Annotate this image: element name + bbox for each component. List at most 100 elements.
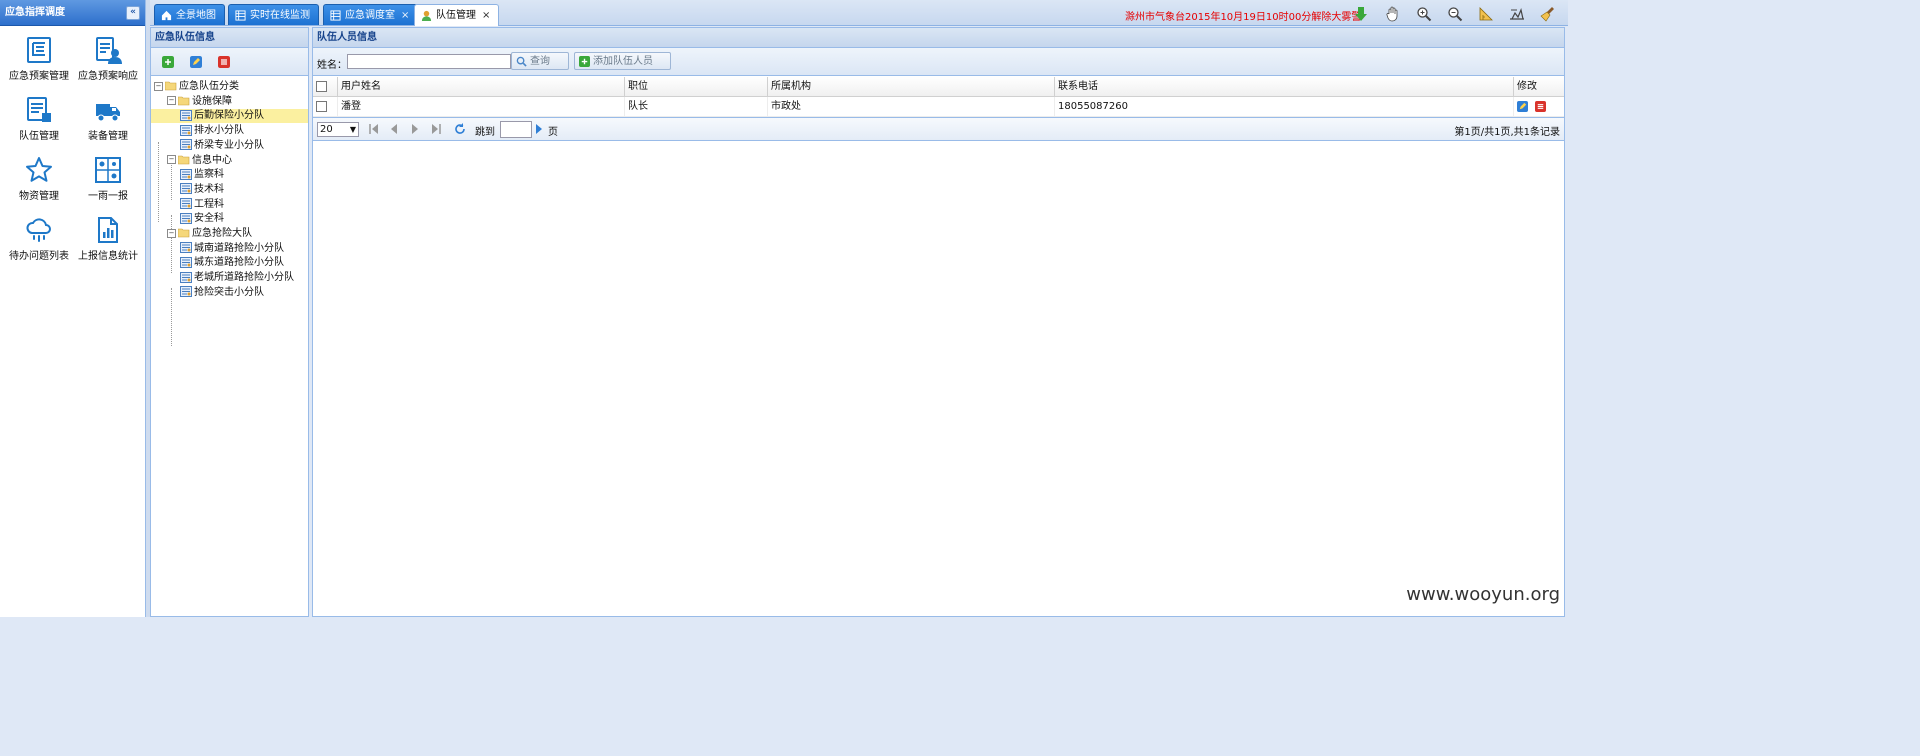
tree-node-label: 抢险突击小分队 [194,286,264,298]
nav-label: 物资管理 [19,191,59,202]
select-all-checkbox[interactable] [316,81,327,92]
folder-open-icon [165,81,177,91]
search-bar: 姓名： 查询 添加队伍人员 [313,48,1564,76]
tree-node[interactable]: 工程科 [151,198,308,212]
table-row[interactable]: 潘登 队长 市政处 18055087260 [313,97,1564,117]
tree-node[interactable]: 技术科 [151,183,308,197]
tree-node[interactable]: 排水小分队 [151,124,308,138]
zoom-out-icon[interactable] [1447,6,1463,22]
nav-item-report-statistics[interactable]: 上报信息统计 [72,216,144,272]
tree-node[interactable]: − 设施保障 [151,95,308,109]
tree-nodes: − 应急队伍分类 − 设施保障 后勤保险小分队排水小分队 桥梁专业小分队 − 信息中心 监察科技… [151,28,308,616]
tree-node[interactable]: 老城所道路抢险小分队 [151,271,308,285]
double-chevron-left-icon[interactable]: « [126,6,140,20]
tree-node-label: 技术科 [194,183,224,195]
measure-area-icon[interactable] [1509,6,1525,22]
select-all-cell [313,77,338,96]
tree-node[interactable]: 后勤保险小分队 [151,109,308,124]
column-header-position[interactable]: 职位 [625,77,768,96]
tree-collapse-icon[interactable]: − [167,228,176,238]
row-checkbox[interactable] [316,101,327,112]
team-node-icon [180,286,192,298]
team-management-icon [27,97,51,122]
weather-notice-ticker[interactable]: 滁州市气象台2015年10月19日10时00分解除大雾警 [1125,8,1361,23]
goto-page-input[interactable] [500,121,532,138]
cell-position: 队长 [625,97,768,116]
close-icon[interactable]: × [401,10,409,21]
cell-actions [1514,97,1564,116]
team-node-icon [180,139,192,151]
close-icon[interactable]: × [482,10,490,21]
download-arrow-icon[interactable] [1353,6,1369,22]
tree-node-label: 桥梁专业小分队 [194,139,264,151]
tab-panorama-map[interactable]: 全景地图 [154,4,225,25]
last-page-icon[interactable] [431,123,441,135]
tree-node[interactable]: 城东道路抢险小分队 [151,256,308,270]
folder-open-icon [178,96,190,105]
tab-team-management[interactable]: 队伍管理 × [414,4,500,26]
nav-label: 一雨一报 [88,191,128,202]
user-icon [421,10,432,21]
tab-bar: 全景地图 实时在线监测 应急调度室 × 队伍管理 × 滁州市气象台2015年10月1… [150,0,1568,26]
left-panel-title: 应急指挥调度 [5,7,65,18]
chevron-down-icon: ▼ [349,125,356,134]
edit-icon[interactable] [1517,101,1528,112]
page-size-select[interactable]: 20 ▼ [317,122,359,137]
member-info-panel: 队伍人员信息 姓名： 查询 添加队伍人员 用户姓名 职位 所属机构 联系电话 修… [312,27,1565,617]
tree-node[interactable]: 抢险突击小分队 [151,286,308,300]
tree-node-label: 后勤保险小分队 [194,110,264,122]
first-page-icon[interactable] [369,123,379,135]
nav-item-materials-management[interactable]: 物资管理 [3,156,75,212]
clear-broom-icon[interactable] [1540,6,1556,22]
tree-node[interactable]: − 应急抢险大队 [151,227,308,241]
cell-org: 市政处 [768,97,1055,116]
tree-node-label: 应急抢险大队 [192,228,252,239]
nav-item-team-management[interactable]: 队伍管理 [3,96,75,152]
team-tree-panel: 应急队伍信息 − 应急队伍分类 − 设施保障 后勤保险小分队 排水小分队 桥梁专业小分队 − 信… [150,27,309,617]
rain-cloud-icon [26,218,51,242]
team-node-icon [180,242,192,254]
zoom-in-icon[interactable] [1416,6,1432,22]
nav-label: 队伍管理 [19,131,59,142]
tree-collapse-icon[interactable]: − [167,155,176,164]
refresh-icon[interactable] [454,123,466,135]
prev-page-icon[interactable] [389,123,399,135]
nav-item-rain-report[interactable]: 一雨一报 [72,156,144,212]
nav-label: 装备管理 [88,131,128,142]
nav-item-plan-management[interactable]: 应急预案管理 [3,36,75,92]
nav-item-pending-issues[interactable]: 待办问题列表 [3,216,75,272]
column-header-org[interactable]: 所属机构 [768,77,1055,96]
name-search-input[interactable] [347,54,511,69]
next-page-icon[interactable] [410,123,420,135]
equipment-truck-icon [96,104,120,122]
tree-collapse-icon[interactable]: − [167,96,176,106]
tab-realtime-monitoring[interactable]: 实时在线监测 [228,4,319,25]
left-nav-panel: 应急指挥调度 « 应急预案管理 应急预案响应 队伍管理 装备管理 物资管理 一雨… [0,0,146,617]
tree-node[interactable]: 桥梁专业小分队 [151,139,308,153]
go-arrow-icon[interactable] [534,123,544,135]
add-member-button[interactable]: 添加队伍人员 [574,52,671,70]
tree-node[interactable]: − 应急队伍分类 [151,80,308,94]
row-select-cell [313,97,338,116]
column-header-phone[interactable]: 联系电话 [1055,77,1514,96]
delete-icon[interactable] [1535,101,1546,112]
tree-node[interactable]: 监察科 [151,168,308,182]
query-button[interactable]: 查询 [511,52,569,70]
tab-label: 实时在线监测 [250,10,310,21]
grid-icon [235,9,246,21]
materials-star-icon [26,157,52,182]
tree-node[interactable]: 城南道路抢险小分队 [151,242,308,256]
tree-node[interactable]: − 信息中心 [151,154,308,168]
home-icon [161,10,172,20]
tree-collapse-icon[interactable]: − [154,81,163,91]
goto-label: 跳到 [475,127,495,138]
nav-item-plan-response[interactable]: 应急预案响应 [72,36,144,92]
grid-icon [330,9,341,21]
tree-node[interactable]: 安全科 [151,212,308,226]
nav-item-equipment-management[interactable]: 装备管理 [72,96,144,152]
measure-ruler-icon[interactable] [1478,6,1494,22]
column-header-name[interactable]: 用户姓名 [338,77,625,96]
column-header-edit[interactable]: 修改 [1514,77,1564,96]
pan-hand-icon[interactable] [1385,6,1401,22]
tab-emergency-dispatch[interactable]: 应急调度室 × [323,4,419,25]
